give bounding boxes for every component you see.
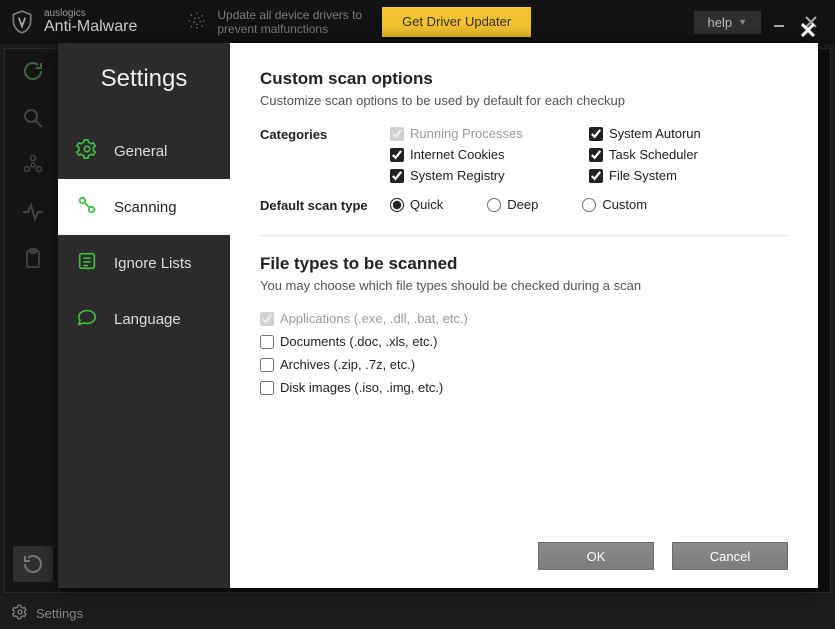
product-label: Anti-Malware [44,19,137,35]
checkbox-input [390,127,404,141]
app-name: auslogics Anti-Malware [44,9,137,35]
sidebar-item-ignore-lists[interactable]: Ignore Lists [58,235,230,291]
settings-content: Custom scan options Customize scan optio… [230,43,818,588]
sidebar-item-general[interactable]: General [58,123,230,179]
nav-rail [5,49,61,592]
sidebar-item-label: General [114,143,167,160]
list-icon [76,250,98,276]
checkbox-system-autorun[interactable]: System Autorun [589,126,788,141]
checkbox-label: Archives (.zip, .7z, etc.) [280,357,415,372]
nav-restore-icon[interactable] [13,546,53,582]
update-line1: Update all device drivers to [217,8,362,22]
help-label: help [708,15,733,30]
settings-dialog: ✕ Settings General Scanning Ignore Lists [58,43,818,588]
dialog-close-button[interactable]: ✕ [796,19,820,43]
section-heading-custom-scan: Custom scan options [260,69,788,89]
radio-deep[interactable]: Deep [487,197,538,212]
radio-quick[interactable]: Quick [390,197,443,212]
checkbox-input[interactable] [390,148,404,162]
minimize-button[interactable] [765,8,793,36]
checkbox-input[interactable] [390,169,404,183]
update-line2: prevent malfunctions [217,22,362,36]
checkbox-label: Task Scheduler [609,147,698,162]
radio-label: Deep [507,197,538,212]
sidebar-item-label: Scanning [114,199,177,216]
checkbox-applications: Applications (.exe, .dll, .bat, etc.) [260,311,788,326]
radio-input[interactable] [390,198,404,212]
titlebar: auslogics Anti-Malware Update all device… [0,0,835,44]
radio-label: Custom [602,197,647,212]
checkbox-label: File System [609,168,677,183]
checkbox-input[interactable] [589,169,603,183]
checkbox-label: Applications (.exe, .dll, .bat, etc.) [280,311,468,326]
radio-input[interactable] [582,198,596,212]
categories-label: Categories [260,126,390,142]
checkbox-label: Internet Cookies [410,147,505,162]
checkbox-input[interactable] [260,335,274,349]
settings-title: Settings [58,65,230,93]
checkbox-label: System Autorun [609,126,701,141]
status-settings-label[interactable]: Settings [36,606,83,621]
chat-icon [76,306,98,332]
radio-label: Quick [410,197,443,212]
checkbox-file-system[interactable]: File System [589,168,788,183]
ok-button[interactable]: OK [538,542,654,570]
chevron-down-icon: ▼ [738,17,747,27]
checkbox-input[interactable] [589,127,603,141]
sidebar-item-label: Language [114,311,181,328]
divider [260,235,788,236]
nav-search-icon[interactable] [21,106,45,135]
checkbox-running-processes: Running Processes [390,126,589,141]
help-dropdown[interactable]: help ▼ [694,11,762,34]
checkbox-task-scheduler[interactable]: Task Scheduler [589,147,788,162]
update-banner: Update all device drivers to prevent mal… [187,8,362,36]
nav-hazard-icon[interactable] [21,153,45,182]
nav-activity-icon[interactable] [21,200,45,229]
checkbox-input[interactable] [589,148,603,162]
default-scan-type-label: Default scan type [260,197,390,213]
checkbox-archives[interactable]: Archives (.zip, .7z, etc.) [260,357,788,372]
sidebar-item-label: Ignore Lists [114,255,192,272]
checkbox-input [260,312,274,326]
radio-custom[interactable]: Custom [582,197,647,212]
checkbox-label: System Registry [410,168,505,183]
checkbox-label: Running Processes [410,126,523,141]
nav-refresh-icon[interactable] [21,59,45,88]
nav-clipboard-icon[interactable] [21,247,45,276]
checkbox-input[interactable] [260,358,274,372]
scan-icon [76,194,98,220]
checkbox-label: Disk images (.iso, .img, etc.) [280,380,443,395]
section-sub-custom-scan: Customize scan options to be used by def… [260,93,788,108]
checkbox-documents[interactable]: Documents (.doc, .xls, etc.) [260,334,788,349]
section-heading-file-types: File types to be scanned [260,254,788,274]
sidebar-item-scanning[interactable]: Scanning [58,179,230,235]
gear-icon [76,138,98,164]
get-driver-updater-button[interactable]: Get Driver Updater [382,7,531,37]
radio-input[interactable] [487,198,501,212]
gear-icon[interactable] [12,604,36,623]
sidebar-item-language[interactable]: Language [58,291,230,347]
settings-sidebar: Settings General Scanning Ignore Lists L… [58,43,230,588]
cancel-button[interactable]: Cancel [672,542,788,570]
checkbox-label: Documents (.doc, .xls, etc.) [280,334,438,349]
app-logo [0,0,44,44]
section-sub-file-types: You may choose which file types should b… [260,278,788,293]
sun-icon [187,11,207,34]
checkbox-internet-cookies[interactable]: Internet Cookies [390,147,589,162]
status-bar: Settings [0,597,835,629]
checkbox-system-registry[interactable]: System Registry [390,168,589,183]
checkbox-disk-images[interactable]: Disk images (.iso, .img, etc.) [260,380,788,395]
checkbox-input[interactable] [260,381,274,395]
